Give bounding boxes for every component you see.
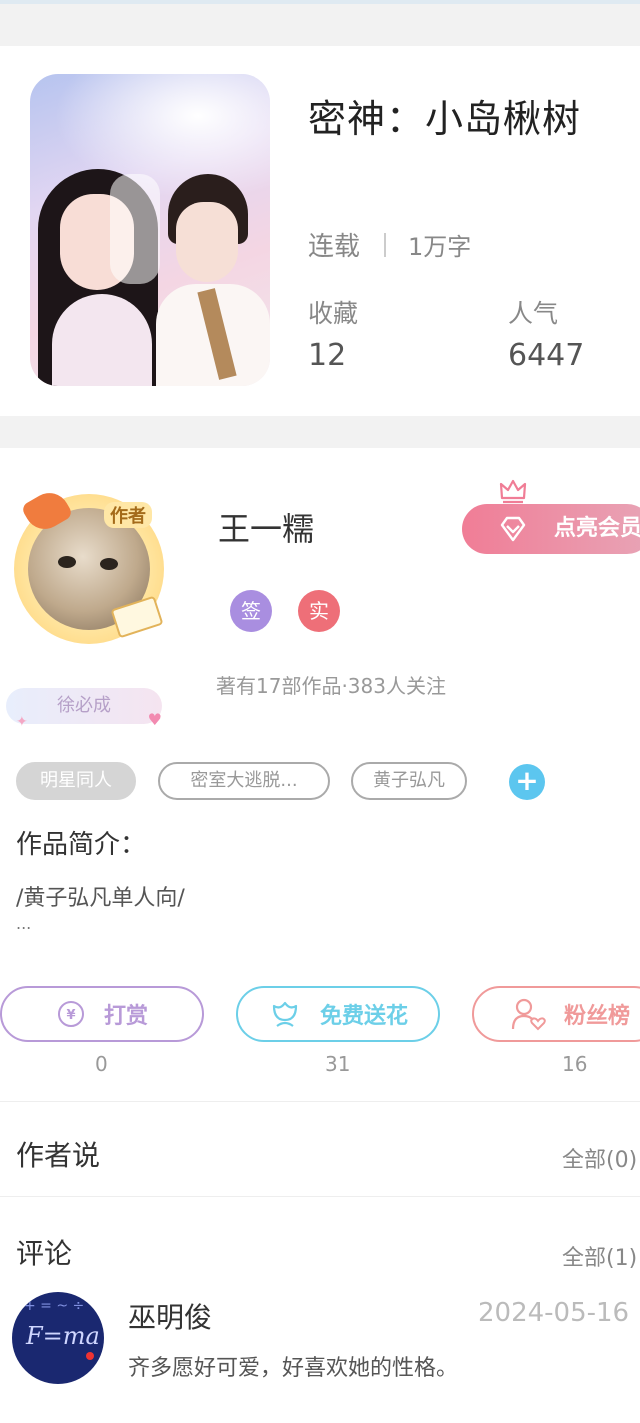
fan-tag-label: 徐必成	[57, 695, 111, 716]
book-meta: 连载 1万字	[308, 226, 471, 263]
divider	[0, 1101, 640, 1102]
cover-figure-girl-dress	[52, 294, 152, 386]
book-word-count: 1万字	[408, 233, 472, 261]
author-says-all-link[interactable]: 全部(0)	[562, 1142, 637, 1174]
author-detail-card: 作者 ✦ 徐必成 ♥ 王一糯 签 实 著有17部作品·383人关注 点亮会员 明…	[0, 448, 640, 1423]
reward-label: 打赏	[103, 1004, 148, 1029]
book-cover-image[interactable]	[30, 74, 270, 386]
comments-all-link[interactable]: 全部(1)	[562, 1240, 637, 1272]
tag-item[interactable]: 密室大逃脱...	[158, 762, 330, 800]
book-info-card: 密神：小岛楸树 连载 1万字 收藏 12 人气 6447	[0, 46, 640, 416]
divider	[0, 1196, 640, 1197]
author-avatar[interactable]: 作者	[8, 484, 168, 644]
star-icon: ✦	[16, 714, 28, 730]
light-up-vip-button[interactable]: 点亮会员	[462, 504, 640, 554]
svg-text:¥: ¥	[66, 1008, 75, 1023]
tag-item[interactable]: 明星同人	[16, 762, 136, 800]
fan-ranking-button[interactable]: 粉丝榜	[472, 986, 640, 1042]
favorites-value: 12	[308, 338, 347, 373]
author-name[interactable]: 王一糯	[218, 504, 314, 550]
meta-divider	[384, 232, 387, 257]
avatar-eye-left	[58, 556, 76, 568]
author-stats: 著有17部作品·383人关注	[216, 674, 446, 698]
intro-expand[interactable]: ...	[16, 914, 31, 933]
diamond-icon	[500, 516, 526, 542]
author-says-title: 作者说	[16, 1139, 101, 1172]
send-flower-label: 免费送花	[319, 1004, 408, 1029]
avatar-eye-right	[100, 558, 118, 570]
comment-date: 2024-05-16	[478, 1298, 630, 1328]
book-status: 连载	[308, 232, 361, 262]
popularity-label: 人气	[508, 299, 559, 328]
user-heart-icon	[511, 998, 546, 1031]
comments-title: 评论	[16, 1237, 73, 1270]
reward-button[interactable]: ¥ 打赏	[0, 986, 204, 1042]
add-tag-button[interactable]: +	[509, 764, 545, 800]
author-role-badge: 作者	[104, 502, 152, 528]
flower-count: 31	[325, 1052, 351, 1076]
avatar-chalk-marks: + = ~ ÷	[24, 1298, 85, 1314]
cover-figure-boy-face	[176, 202, 238, 282]
fan-name-tag: ✦ 徐必成 ♥	[6, 688, 162, 730]
flower-icon	[272, 1001, 298, 1027]
fan-count: 16	[562, 1052, 588, 1076]
avatar-dot	[86, 1352, 94, 1360]
popularity-value: 6447	[508, 338, 585, 373]
intro-title: 作品简介：	[16, 830, 147, 860]
fan-ranking-label: 粉丝榜	[564, 1004, 631, 1029]
tag-item[interactable]: 黄子弘凡	[351, 762, 467, 800]
send-flower-button[interactable]: 免费送花	[236, 986, 440, 1042]
top-accent-line	[0, 0, 640, 4]
comment-text: 齐多愿好可爱，好喜欢她的性格。	[128, 1356, 459, 1381]
yen-coin-icon: ¥	[57, 1001, 84, 1027]
favorites-label: 收藏	[308, 299, 359, 328]
signed-badge: 签	[230, 590, 272, 632]
avatar-chalk-formula: F=ma	[26, 1322, 100, 1350]
reward-count: 0	[95, 1052, 108, 1076]
book-title: 密神：小岛楸树	[308, 97, 582, 141]
crown-icon	[499, 479, 527, 504]
cover-figure-veil	[110, 174, 160, 284]
intro-text: /黄子弘凡单人向/	[16, 886, 185, 911]
verified-badge: 实	[298, 590, 340, 632]
heart-icon: ♥	[147, 710, 162, 729]
comment-username[interactable]: 巫明俊	[128, 1296, 212, 1336]
vip-button-label: 点亮会员	[554, 516, 640, 541]
commenter-avatar[interactable]: + = ~ ÷ F=ma	[12, 1292, 104, 1384]
